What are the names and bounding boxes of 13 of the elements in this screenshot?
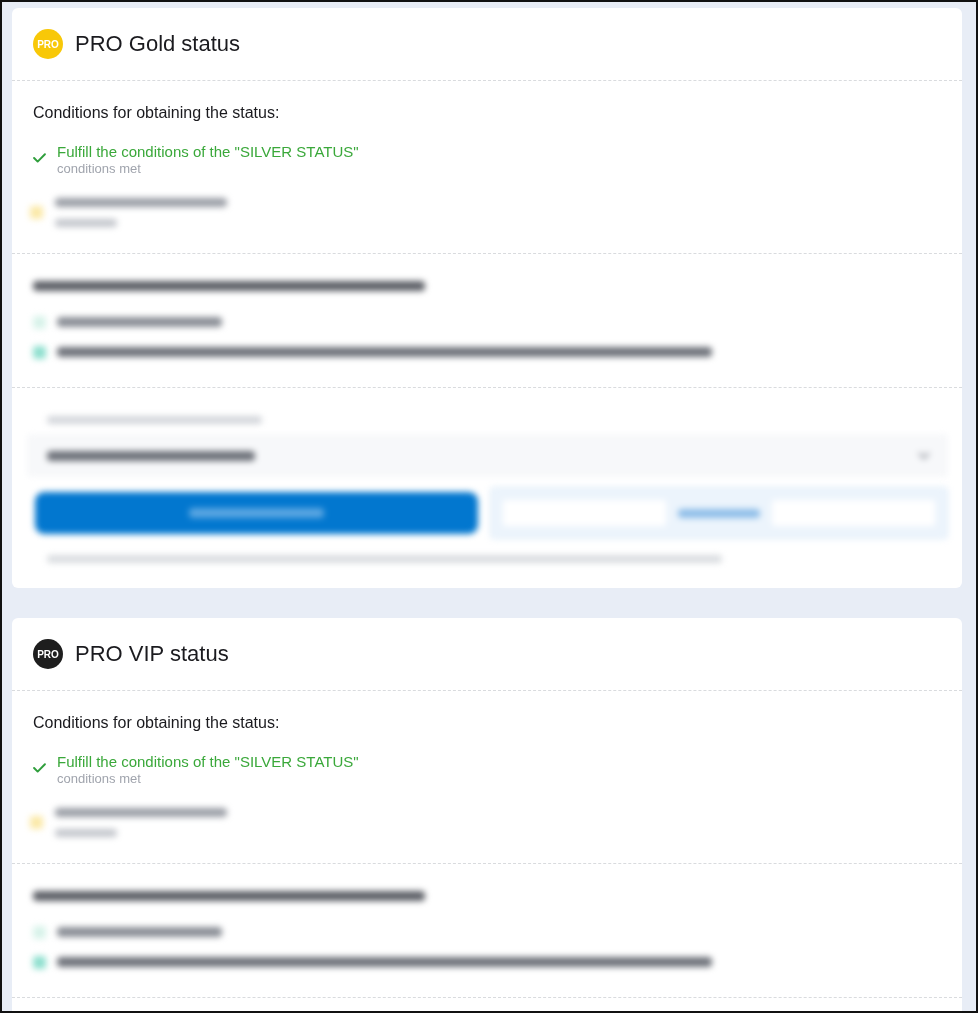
status-title: PRO Gold status	[75, 31, 241, 57]
blurred-button[interactable]	[35, 492, 478, 534]
conditions-heading: Conditions for obtaining the status:	[33, 103, 280, 123]
status-badge: PRO	[33, 29, 63, 59]
conditions-heading: Conditions for obtaining the status:	[33, 713, 280, 733]
requirement-status: conditions met	[57, 161, 142, 177]
blurred-text	[55, 218, 117, 227]
requirement-text: Fulfill the conditions of the "SILVER STATUS"	[57, 143, 359, 161]
status-title: PRO VIP status	[75, 641, 229, 667]
requirement-text: Fulfill the conditions of the "SILVER STATUS"	[57, 753, 359, 771]
blurred-text	[55, 828, 117, 837]
requirement-status: conditions met	[57, 771, 142, 787]
status-badge: PRO	[33, 639, 63, 669]
